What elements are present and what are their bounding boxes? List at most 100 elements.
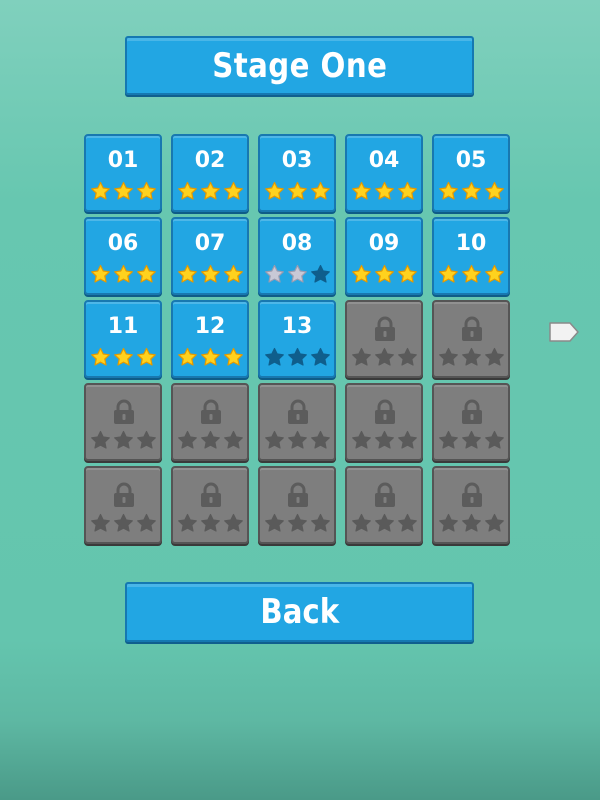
star-icon-locked <box>223 430 243 449</box>
star-rating <box>347 430 421 450</box>
lock-icon <box>201 482 221 507</box>
star-rating <box>347 347 421 367</box>
star-icon-empty <box>310 264 330 283</box>
level-number: 11 <box>107 314 139 339</box>
stage-title: Stage One <box>211 45 388 86</box>
star-icon-locked <box>397 347 417 366</box>
star-icon-locked <box>484 513 504 532</box>
star-icon-locked <box>310 430 330 449</box>
star-icon-locked <box>397 430 417 449</box>
star-icon-locked <box>438 513 458 532</box>
lock-icon <box>201 399 221 424</box>
lock-icon <box>114 399 134 424</box>
star-icon-locked <box>438 347 458 366</box>
star-rating <box>434 513 508 533</box>
star-icon-locked <box>351 430 371 449</box>
star-rating <box>347 264 421 284</box>
level-number: 06 <box>107 231 139 256</box>
star-rating <box>260 430 334 450</box>
level-number: 02 <box>194 148 226 173</box>
star-icon-filled <box>397 264 417 283</box>
star-icon-locked <box>287 430 307 449</box>
star-rating <box>173 264 247 284</box>
star-rating <box>173 430 247 450</box>
star-rating <box>434 347 508 367</box>
level-tile-locked[interactable] <box>258 383 336 461</box>
level-tile-locked[interactable] <box>432 466 510 544</box>
star-rating <box>434 264 508 284</box>
star-icon-filled <box>461 264 481 283</box>
level-tile-locked[interactable] <box>258 466 336 544</box>
star-icon-filled <box>177 347 197 366</box>
star-icon-filled <box>484 264 504 283</box>
star-icon-filled <box>200 264 220 283</box>
star-icon-filled <box>438 181 458 200</box>
star-icon-locked <box>90 430 110 449</box>
level-tile-locked[interactable] <box>432 383 510 461</box>
level-number: 05 <box>455 148 487 173</box>
star-icon-locked <box>136 513 156 532</box>
star-icon-filled <box>223 347 243 366</box>
lock-icon <box>462 482 482 507</box>
level-tile-06[interactable]: 06 <box>84 217 162 295</box>
star-icon-filled <box>136 181 156 200</box>
next-page-arrow-icon[interactable] <box>548 320 580 344</box>
star-icon-locked <box>484 347 504 366</box>
level-tile-locked[interactable] <box>171 466 249 544</box>
level-number: 01 <box>107 148 139 173</box>
star-icon-locked <box>438 430 458 449</box>
level-tile-09[interactable]: 09 <box>345 217 423 295</box>
level-tile-locked[interactable] <box>171 383 249 461</box>
level-tile-07[interactable]: 07 <box>171 217 249 295</box>
star-icon-filled <box>397 181 417 200</box>
star-icon-locked <box>223 513 243 532</box>
star-icon-locked <box>264 513 284 532</box>
level-grid: 01 02 03 04 05 06 07 08 09 10 11 12 13 <box>84 134 511 547</box>
star-icon-locked <box>374 430 394 449</box>
level-tile-locked[interactable] <box>432 300 510 378</box>
level-tile-12[interactable]: 12 <box>171 300 249 378</box>
star-icon-filled <box>484 181 504 200</box>
back-button-label: Back <box>260 592 339 632</box>
level-tile-04[interactable]: 04 <box>345 134 423 212</box>
level-tile-10[interactable]: 10 <box>432 217 510 295</box>
star-rating <box>86 430 160 450</box>
star-icon-locked <box>461 430 481 449</box>
level-tile-08[interactable]: 08 <box>258 217 336 295</box>
star-rating <box>260 347 334 367</box>
star-icon-empty <box>287 347 307 366</box>
level-tile-locked[interactable] <box>84 383 162 461</box>
star-icon-filled <box>351 264 371 283</box>
back-button[interactable]: Back <box>125 582 474 642</box>
level-tile-locked[interactable] <box>84 466 162 544</box>
star-icon-filled <box>90 347 110 366</box>
star-icon-locked <box>287 513 307 532</box>
level-tile-locked[interactable] <box>345 300 423 378</box>
star-icon-filled <box>223 264 243 283</box>
star-rating <box>86 264 160 284</box>
star-icon-locked <box>136 430 156 449</box>
level-tile-locked[interactable] <box>345 383 423 461</box>
star-icon-filled <box>90 264 110 283</box>
level-tile-05[interactable]: 05 <box>432 134 510 212</box>
lock-icon <box>288 482 308 507</box>
star-icon-filled <box>223 181 243 200</box>
level-number: 12 <box>194 314 226 339</box>
level-number: 10 <box>455 231 487 256</box>
level-tile-locked[interactable] <box>345 466 423 544</box>
star-icon-filled <box>310 181 330 200</box>
level-tile-13[interactable]: 13 <box>258 300 336 378</box>
star-icon-locked <box>374 513 394 532</box>
level-tile-02[interactable]: 02 <box>171 134 249 212</box>
star-rating <box>86 181 160 201</box>
level-number: 08 <box>281 231 313 256</box>
star-icon-filled <box>374 264 394 283</box>
star-rating <box>173 181 247 201</box>
level-tile-03[interactable]: 03 <box>258 134 336 212</box>
star-rating <box>173 347 247 367</box>
level-tile-01[interactable]: 01 <box>84 134 162 212</box>
lock-icon <box>375 316 395 341</box>
star-icon-silver <box>287 264 307 283</box>
level-tile-11[interactable]: 11 <box>84 300 162 378</box>
star-icon-filled <box>113 181 133 200</box>
